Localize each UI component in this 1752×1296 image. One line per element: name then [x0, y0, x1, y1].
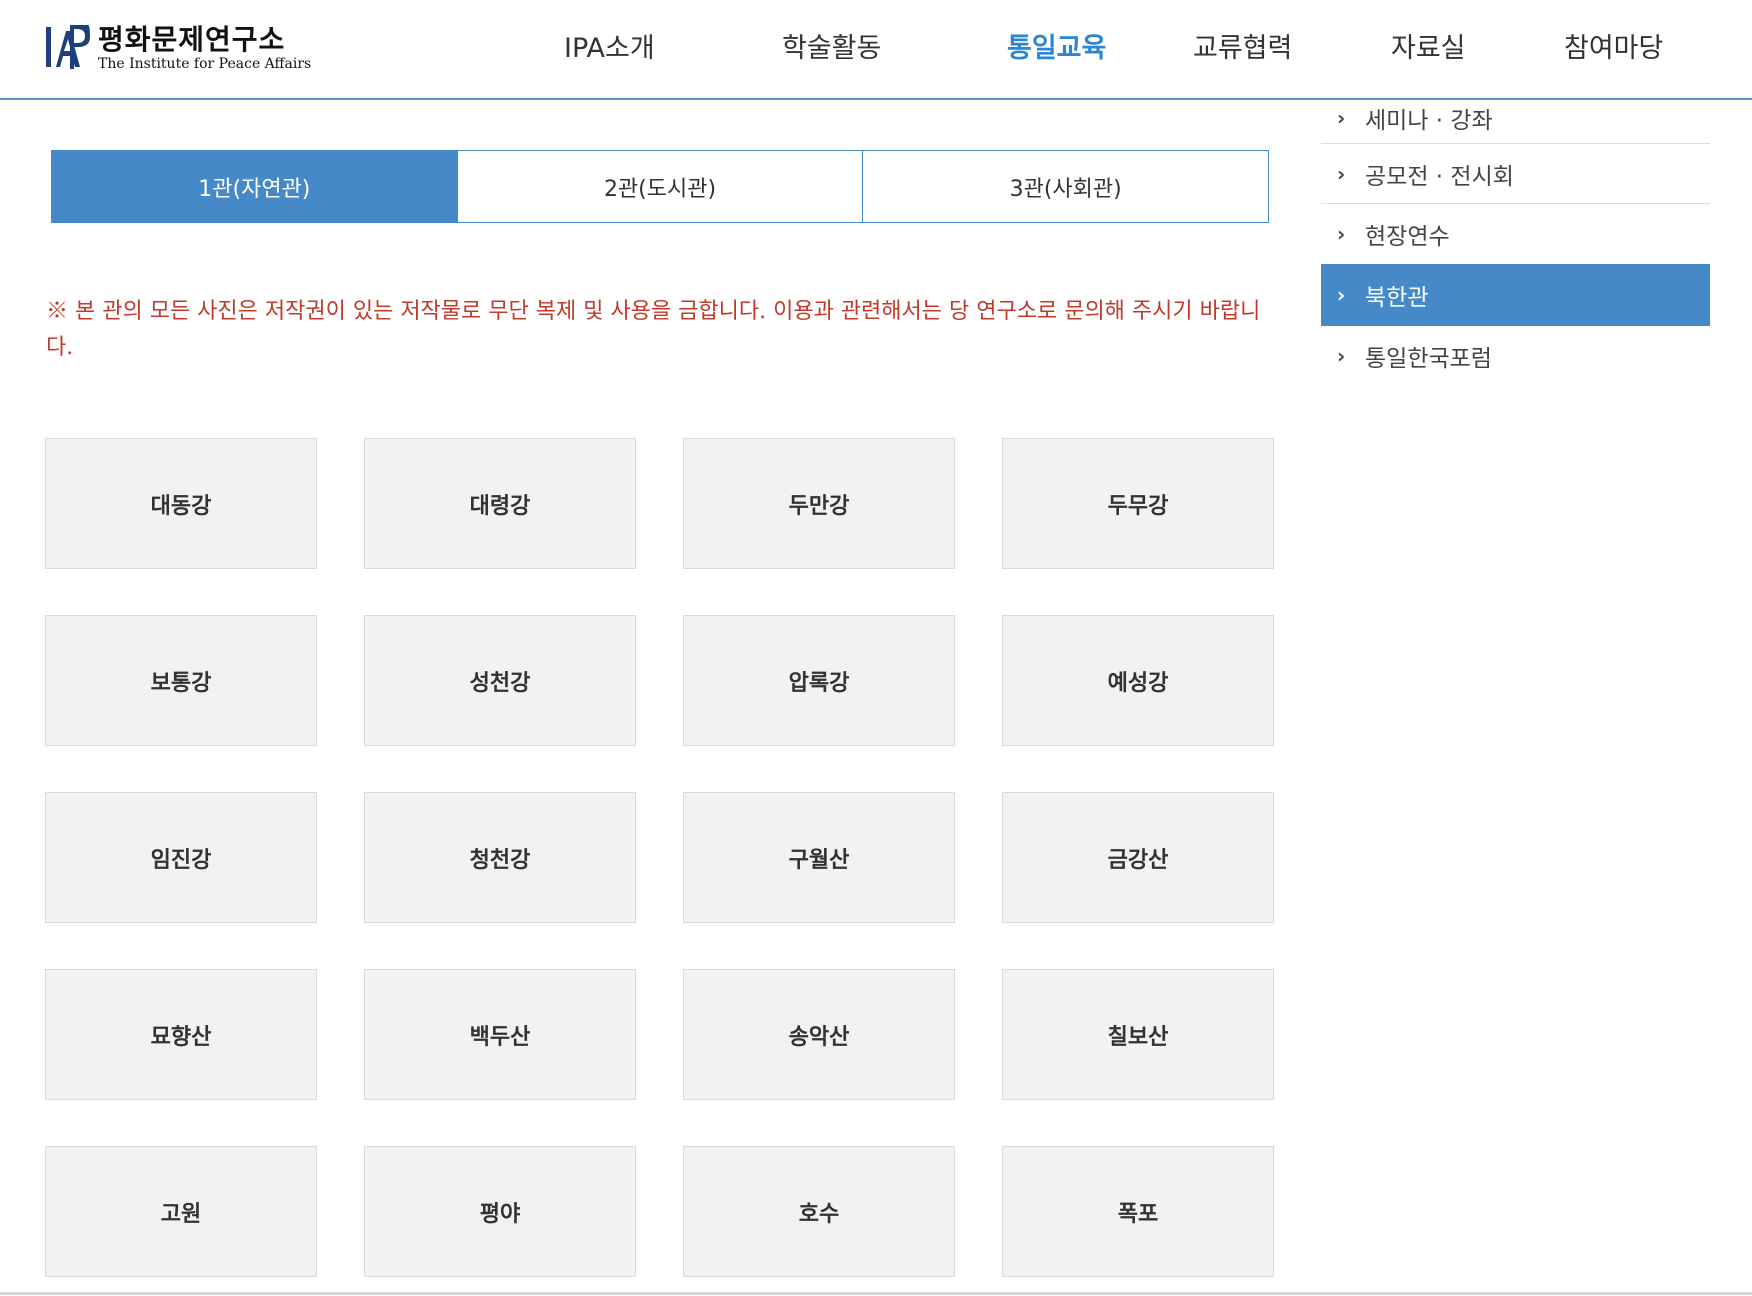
side-item-label: 공모전 · 전시회: [1365, 163, 1514, 190]
side-item-label: 통일한국포럼: [1365, 346, 1492, 372]
tab-hall-1[interactable]: 1관(자연관): [52, 151, 457, 222]
grid-item-daedonggang[interactable]: 대동강: [45, 438, 317, 569]
nav-unification-education[interactable]: 통일교육: [1007, 26, 1106, 65]
grid-item-yeseonggang[interactable]: 예성강: [1002, 615, 1274, 746]
side-item-seminar[interactable]: › 세미나 · 강좌: [1321, 92, 1710, 144]
nav-archive[interactable]: 자료실: [1391, 26, 1466, 65]
grid-item-songaksan[interactable]: 송악산: [683, 969, 955, 1100]
chevron-right-icon: ›: [1337, 283, 1346, 307]
side-item-label: 세미나 · 강좌: [1365, 107, 1493, 134]
tab-hall-2[interactable]: 2관(도시관): [456, 151, 863, 222]
side-item-north-korea-hall[interactable]: › 북한관: [1321, 264, 1710, 326]
main-navigation: IPA소개 학술활동 통일교육 교류협력 자료실 참여마당: [0, 26, 1752, 70]
nav-ipa-intro[interactable]: IPA소개: [564, 26, 655, 65]
grid-item-imjingang[interactable]: 임진강: [45, 792, 317, 923]
nav-academic[interactable]: 학술활동: [782, 26, 881, 65]
hall-tabs: 1관(자연관) 2관(도시관) 3관(사회관): [51, 150, 1269, 223]
chevron-right-icon: ›: [1337, 222, 1346, 246]
chevron-right-icon: ›: [1337, 344, 1346, 368]
nav-participation[interactable]: 참여마당: [1564, 26, 1663, 65]
tab-hall-3[interactable]: 3관(사회관): [862, 151, 1268, 222]
grid-item-chilbosan[interactable]: 칠보산: [1002, 969, 1274, 1100]
site-header: 평화문제연구소 The Institute for Peace Affairs …: [0, 0, 1752, 100]
grid-item-waterfall[interactable]: 폭포: [1002, 1146, 1274, 1277]
grid-item-baekdusan[interactable]: 백두산: [364, 969, 636, 1100]
grid-item-guwolsan[interactable]: 구월산: [683, 792, 955, 923]
grid-item-daeryeonggang[interactable]: 대령강: [364, 438, 636, 569]
grid-item-dumugang[interactable]: 두무강: [1002, 438, 1274, 569]
chevron-right-icon: ›: [1337, 105, 1346, 130]
grid-item-dumangang[interactable]: 두만강: [683, 438, 955, 569]
grid-item-geumgangsan[interactable]: 금강산: [1002, 792, 1274, 923]
grid-item-botonggang[interactable]: 보통강: [45, 615, 317, 746]
side-item-label: 북한관: [1365, 285, 1429, 311]
grid-item-amnokgang[interactable]: 압록강: [683, 615, 955, 746]
grid-item-lake[interactable]: 호수: [683, 1146, 955, 1277]
chevron-right-icon: ›: [1337, 161, 1346, 186]
side-item-label: 현장연수: [1365, 224, 1450, 250]
side-item-unified-korea-forum[interactable]: › 통일한국포럼: [1321, 326, 1710, 386]
side-item-contest[interactable]: › 공모전 · 전시회: [1321, 144, 1710, 204]
grid-item-plateau[interactable]: 고원: [45, 1146, 317, 1277]
side-item-field-training[interactable]: › 현장연수: [1321, 204, 1710, 264]
grid-item-myohyangsan[interactable]: 묘향산: [45, 969, 317, 1100]
grid-item-seongcheongang[interactable]: 성천강: [364, 615, 636, 746]
grid-item-plain[interactable]: 평야: [364, 1146, 636, 1277]
nav-exchange[interactable]: 교류협력: [1193, 26, 1292, 65]
grid-item-cheongcheongang[interactable]: 청천강: [364, 792, 636, 923]
copyright-notice: ※ 본 관의 모든 사진은 저작권이 있는 저작물로 무단 복제 및 사용을 금…: [46, 299, 1261, 360]
page-bottom-divider: [0, 1292, 1752, 1295]
